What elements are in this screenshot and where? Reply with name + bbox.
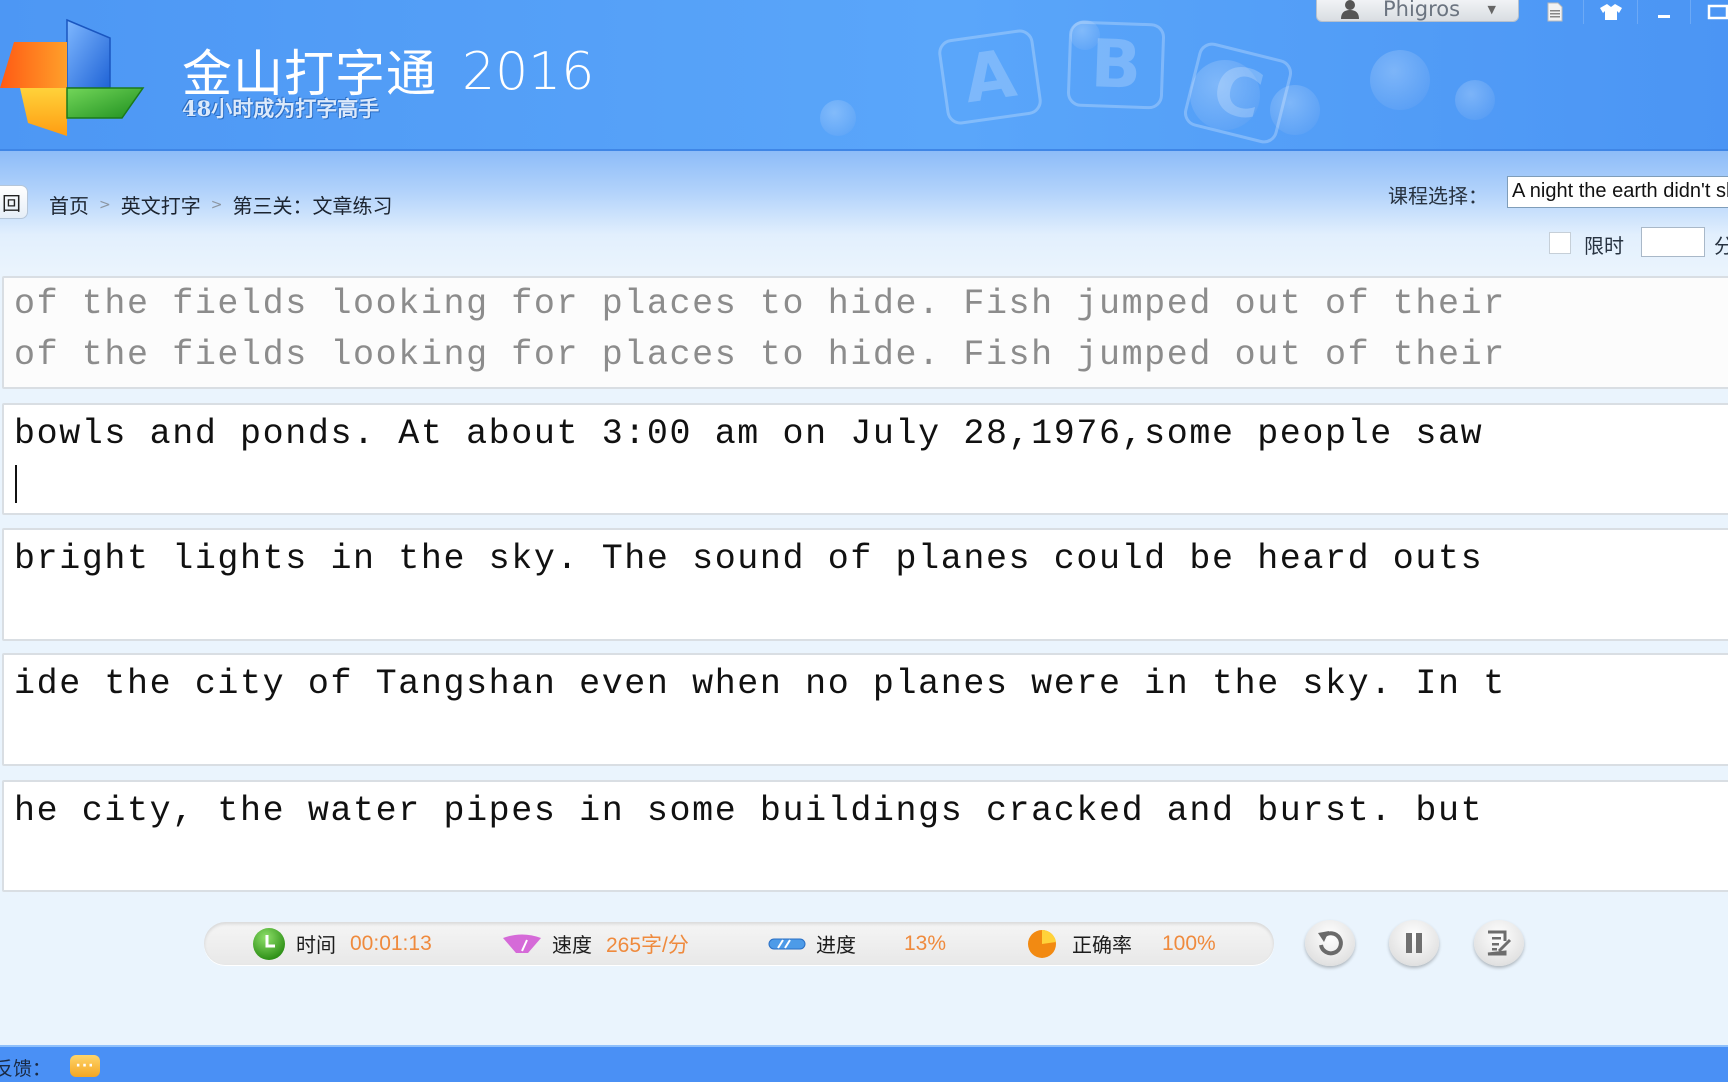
course-select-label: 课程选择： (1388, 184, 1488, 208)
app-slogan: 48小时成为打字高手 (182, 96, 380, 121)
skin-button[interactable] (1591, 0, 1631, 24)
stats-bar: 时间 00:01:13 速度 265字/分 进度 13% 正确率 100% (204, 922, 1274, 965)
stat-progress: 进度 13% (768, 922, 946, 965)
bubble-decoration (1455, 80, 1495, 120)
app-logo-icon (0, 18, 145, 136)
app-brand-year: 2016 (462, 42, 595, 102)
progress-label: 进度 (816, 933, 856, 957)
time-limit-unit: 分 (1714, 234, 1728, 258)
time-value: 00:01:13 (350, 931, 432, 955)
maximize-icon (1707, 4, 1728, 20)
user-account-button[interactable]: Phigros ▼ (1316, 0, 1519, 22)
typing-line-upcoming: ide the city of Tangshan even when no pl… (2, 653, 1728, 766)
minimize-icon (1658, 15, 1670, 18)
stat-time: 时间 00:01:13 (252, 922, 432, 965)
notes-button[interactable] (1535, 0, 1575, 24)
minimize-button[interactable] (1644, 0, 1684, 24)
typing-line-completed: of the fields looking for places to hide… (2, 276, 1728, 389)
chat-bubble-icon: ··· (75, 1058, 95, 1074)
notes-icon (1547, 2, 1563, 22)
user-name: Phigros (1383, 0, 1461, 21)
report-button[interactable] (1474, 920, 1524, 966)
maximize-button[interactable] (1698, 0, 1728, 24)
nav-row: 回 首页 > 英文打字 > 第三关：文章练习 课程选择： A night the… (0, 151, 1728, 271)
pause-icon (1406, 933, 1422, 953)
typing-line-upcoming: bright lights in the sky. The sound of p… (2, 528, 1728, 641)
restart-icon (1318, 931, 1343, 956)
source-text: ide the city of Tangshan even when no pl… (14, 664, 1506, 704)
app-header: 金山打字通 2016 48小时成为打字高手 A B C Phigros ▼ (0, 0, 1728, 151)
source-text: bright lights in the sky. The sound of p… (14, 539, 1484, 579)
divider (1583, 0, 1584, 24)
stat-accuracy: 正确率 100% (1026, 922, 1216, 965)
pause-button[interactable] (1389, 920, 1439, 966)
source-text: bowls and ponds. At about 3:00 am on Jul… (14, 414, 1484, 454)
breadcrumb-current-level: 第三关：文章练习 (232, 194, 393, 218)
stat-speed: 速度 265字/分 (502, 922, 689, 965)
speed-value: 265字/分 (606, 933, 689, 957)
time-limit-label: 限时 (1584, 234, 1624, 258)
breadcrumb-home[interactable]: 首页 (49, 190, 89, 219)
source-text: of the fields looking for places to hide… (14, 284, 1506, 324)
chevron-down-icon: ▼ (1487, 2, 1496, 16)
deco-letter-a: A (936, 27, 1044, 127)
accuracy-label: 正确率 (1072, 933, 1132, 957)
feedback-label: 反馈： (0, 1058, 52, 1080)
bubble-decoration (820, 100, 856, 136)
progress-value: 13% (904, 931, 947, 955)
typed-text: of the fields looking for places to hide… (14, 335, 1506, 375)
user-icon (1341, 0, 1359, 19)
speed-label: 速度 (552, 933, 592, 957)
report-icon (1487, 930, 1512, 956)
pie-chart-icon (1028, 929, 1056, 958)
deco-letter-c: C (1181, 39, 1295, 147)
bubble-decoration (1370, 50, 1430, 110)
breadcrumb: 首页 > 英文打字 > 第三关：文章练习 (49, 190, 392, 219)
source-text: he city, the water pipes in some buildin… (14, 791, 1484, 831)
accuracy-value: 100% (1162, 931, 1216, 955)
status-bar: 反馈： ··· (0, 1045, 1728, 1082)
time-limit-checkbox[interactable] (1549, 232, 1571, 254)
restart-button[interactable] (1305, 920, 1355, 966)
back-button[interactable]: 回 (0, 185, 28, 219)
typing-line-upcoming: he city, the water pipes in some buildin… (2, 780, 1728, 892)
skin-shirt-icon (1600, 4, 1622, 20)
typing-line-current[interactable]: bowls and ponds. At about 3:00 am on Jul… (2, 403, 1728, 515)
text-cursor (15, 465, 17, 503)
divider (1690, 0, 1691, 24)
breadcrumb-separator: > (99, 196, 111, 213)
progress-icon (768, 938, 806, 949)
clock-icon (253, 927, 285, 960)
speedometer-icon (503, 934, 541, 953)
feedback-chat-button[interactable]: ··· (70, 1055, 100, 1077)
divider (1637, 0, 1638, 24)
breadcrumb-separator: > (210, 196, 223, 213)
time-label: 时间 (296, 933, 336, 957)
breadcrumb-english-typing[interactable]: 英文打字 (121, 190, 201, 219)
course-select-dropdown[interactable]: A night the earth didn't sleep (1507, 176, 1728, 208)
time-limit-input[interactable] (1641, 227, 1705, 257)
deco-letter-b: B (1066, 20, 1166, 110)
